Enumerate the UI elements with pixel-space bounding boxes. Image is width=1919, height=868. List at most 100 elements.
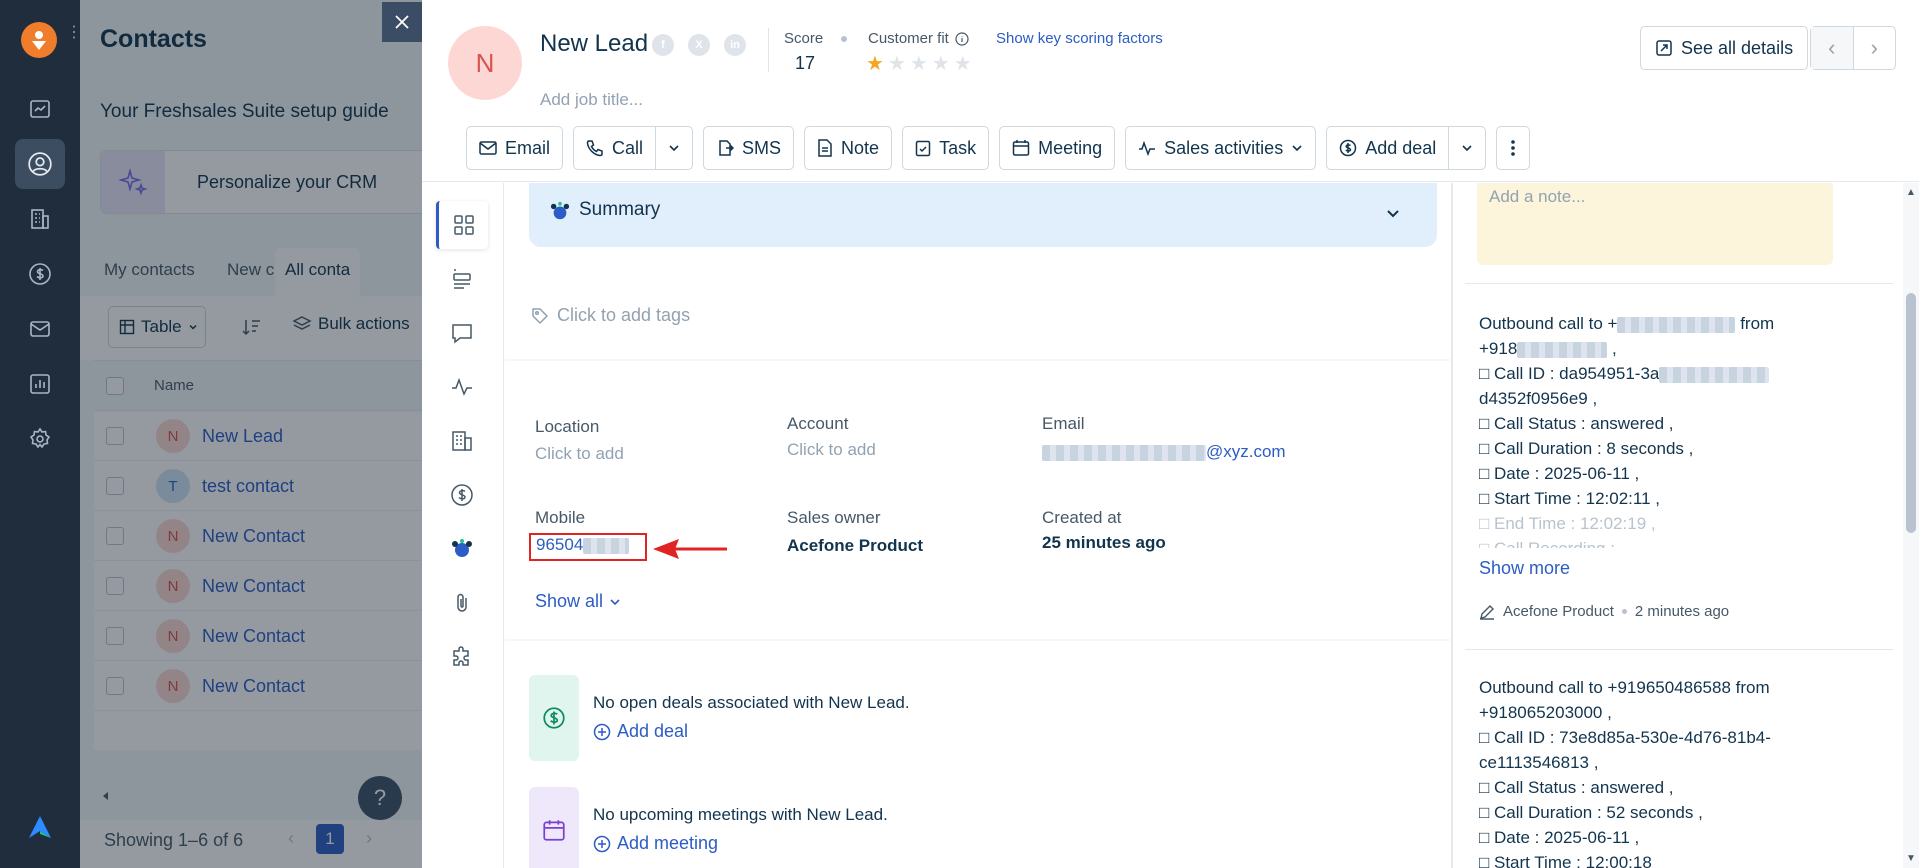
star-empty-icon: ★ <box>887 53 906 75</box>
tab-accounts-icon[interactable] <box>436 417 488 465</box>
nav-inbox-icon[interactable] <box>15 304 65 354</box>
sales-owner-value[interactable]: Acefone Product <box>787 536 923 556</box>
call-from-number: +918 <box>1479 339 1518 358</box>
nav-contacts-icon[interactable] <box>15 139 65 189</box>
add-meeting-link[interactable]: Add meeting <box>593 833 718 854</box>
add-meeting-link-label: Add meeting <box>617 833 719 853</box>
chevron-down-icon <box>1462 145 1472 152</box>
chevron-down-icon[interactable] <box>1385 205 1401 221</box>
close-drawer-button[interactable] <box>382 2 422 42</box>
next-record-icon[interactable]: › <box>1854 27 1896 69</box>
task-button-label: Task <box>939 137 977 158</box>
call-end-time: □ End Time : 12:02:19 , <box>1479 514 1656 533</box>
tab-freddy-ai-icon[interactable] <box>436 525 488 573</box>
vertical-scrollbar[interactable]: ▲ ▼ <box>1903 183 1919 868</box>
star-empty-icon: ★ <box>953 53 972 75</box>
linkedin-icon[interactable]: in <box>724 34 746 56</box>
calendar-icon <box>1012 140 1030 156</box>
call-date: □ Date : 2025-06-11 , <box>1479 464 1640 483</box>
show-key-scoring-factors-link[interactable]: Show key scoring factors <box>996 30 1163 47</box>
show-more-link[interactable]: Show more <box>1479 556 1879 581</box>
nav-accounts-icon[interactable] <box>15 194 65 244</box>
account-value[interactable]: Click to add <box>787 440 876 460</box>
show-all-fields-button[interactable]: Show all <box>535 591 621 612</box>
call-duration: □ Call Duration : 52 seconds , <box>1479 803 1703 822</box>
more-apps-icon[interactable]: ⋮ <box>66 25 82 41</box>
summary-section: Summary Click to add tags <box>505 183 1450 359</box>
tab-deals-icon[interactable] <box>436 471 488 519</box>
tab-conversations-icon[interactable] <box>436 309 488 357</box>
facebook-icon[interactable]: f <box>652 34 674 56</box>
nav-reports-icon[interactable] <box>15 359 65 409</box>
tab-activities-icon[interactable] <box>436 363 488 411</box>
phone-icon <box>586 140 603 157</box>
x-twitter-icon[interactable]: X <box>688 34 710 56</box>
customer-fit-label: Customer fit <box>868 30 949 47</box>
modal-backdrop[interactable] <box>80 0 422 868</box>
sales-activities-button[interactable]: Sales activities <box>1125 126 1317 170</box>
add-deal-options-dropdown[interactable] <box>1449 126 1487 170</box>
info-icon <box>955 31 969 46</box>
nav-dashboard-icon[interactable] <box>15 84 65 134</box>
notes-list: Add a note... Outbound call to + from +9… <box>1452 183 1904 868</box>
note-button[interactable]: Note <box>804 126 893 170</box>
chevron-down-icon <box>610 598 620 605</box>
external-edit-icon <box>1656 40 1672 56</box>
email-button[interactable]: Email <box>466 126 564 170</box>
chevron-down-icon <box>669 145 679 152</box>
add-deal-link-label: Add deal <box>617 721 689 741</box>
tab-overview-icon[interactable] <box>436 201 488 249</box>
job-title-input[interactable]: Add job title... <box>540 90 643 110</box>
summary-panel[interactable]: Summary <box>529 183 1437 247</box>
add-deal-button[interactable]: Add deal <box>1326 126 1450 170</box>
sms-button-label: SMS <box>742 137 782 158</box>
call-button-label: Call <box>612 137 644 158</box>
redacted-text <box>1517 341 1608 358</box>
sales-activities-label: Sales activities <box>1164 137 1284 158</box>
see-all-details-button[interactable]: See all details <box>1640 26 1809 70</box>
tags-field[interactable]: Click to add tags <box>531 305 690 326</box>
lead-detail-drawer: N New Lead f X in Score 17 Customer fit … <box>422 0 1919 868</box>
more-actions-button[interactable] <box>1496 126 1531 170</box>
mail-icon <box>479 141 497 155</box>
scroll-up-icon[interactable]: ▲ <box>1906 187 1916 198</box>
call-direction-text: Outbound call to + <box>1479 314 1618 333</box>
app-logo[interactable] <box>21 22 57 58</box>
call-from-label: from <box>1740 314 1775 333</box>
nav-settings-icon[interactable] <box>15 414 65 464</box>
call-button[interactable]: Call <box>573 126 657 170</box>
note-button-label: Note <box>841 137 880 158</box>
deals-empty-icon <box>529 675 579 761</box>
notes-activity-pane: Add a note... Outbound call to + from +9… <box>1451 183 1919 868</box>
meeting-button[interactable]: Meeting <box>999 126 1116 170</box>
email-value[interactable]: @xyz.com <box>1042 442 1286 462</box>
call-options-dropdown[interactable] <box>656 126 694 170</box>
created-at-label: Created at <box>1042 508 1122 527</box>
see-all-details-label: See all details <box>1681 37 1794 58</box>
add-note-placeholder: Add a note... <box>1489 187 1586 206</box>
add-deal-button-group: Add deal <box>1326 126 1487 170</box>
divider <box>1465 649 1893 650</box>
nav-deals-icon[interactable] <box>15 249 65 299</box>
scroll-down-icon[interactable]: ▼ <box>1906 853 1916 864</box>
task-button[interactable]: Task <box>902 126 990 170</box>
scrollbar-thumb[interactable] <box>1906 293 1916 533</box>
tags-placeholder: Click to add tags <box>557 305 691 325</box>
previous-record-icon[interactable]: ‹ <box>1811 27 1854 69</box>
meetings-empty-icon <box>529 787 579 868</box>
location-value[interactable]: Click to add <box>535 444 624 464</box>
app-nav-rail: ⋮ <box>0 0 82 868</box>
tab-timeline-icon[interactable] <box>436 255 488 303</box>
tab-attachments-icon[interactable] <box>436 579 488 627</box>
close-icon <box>395 15 409 29</box>
add-note-input[interactable]: Add a note... <box>1477 183 1833 265</box>
show-all-label: Show all <box>535 591 604 611</box>
location-label: Location <box>535 417 600 436</box>
call-start-time: □ Start Time : 12:00:18 <box>1479 853 1652 868</box>
add-deal-link[interactable]: Add deal <box>593 721 688 742</box>
deals-empty-text: No open deals associated with New Lead. <box>593 693 910 712</box>
tab-integrations-icon[interactable] <box>436 633 488 681</box>
sms-button[interactable]: SMS <box>703 126 795 170</box>
created-at-value: 25 minutes ago <box>1042 533 1166 552</box>
dollar-circle-icon <box>1339 139 1357 157</box>
